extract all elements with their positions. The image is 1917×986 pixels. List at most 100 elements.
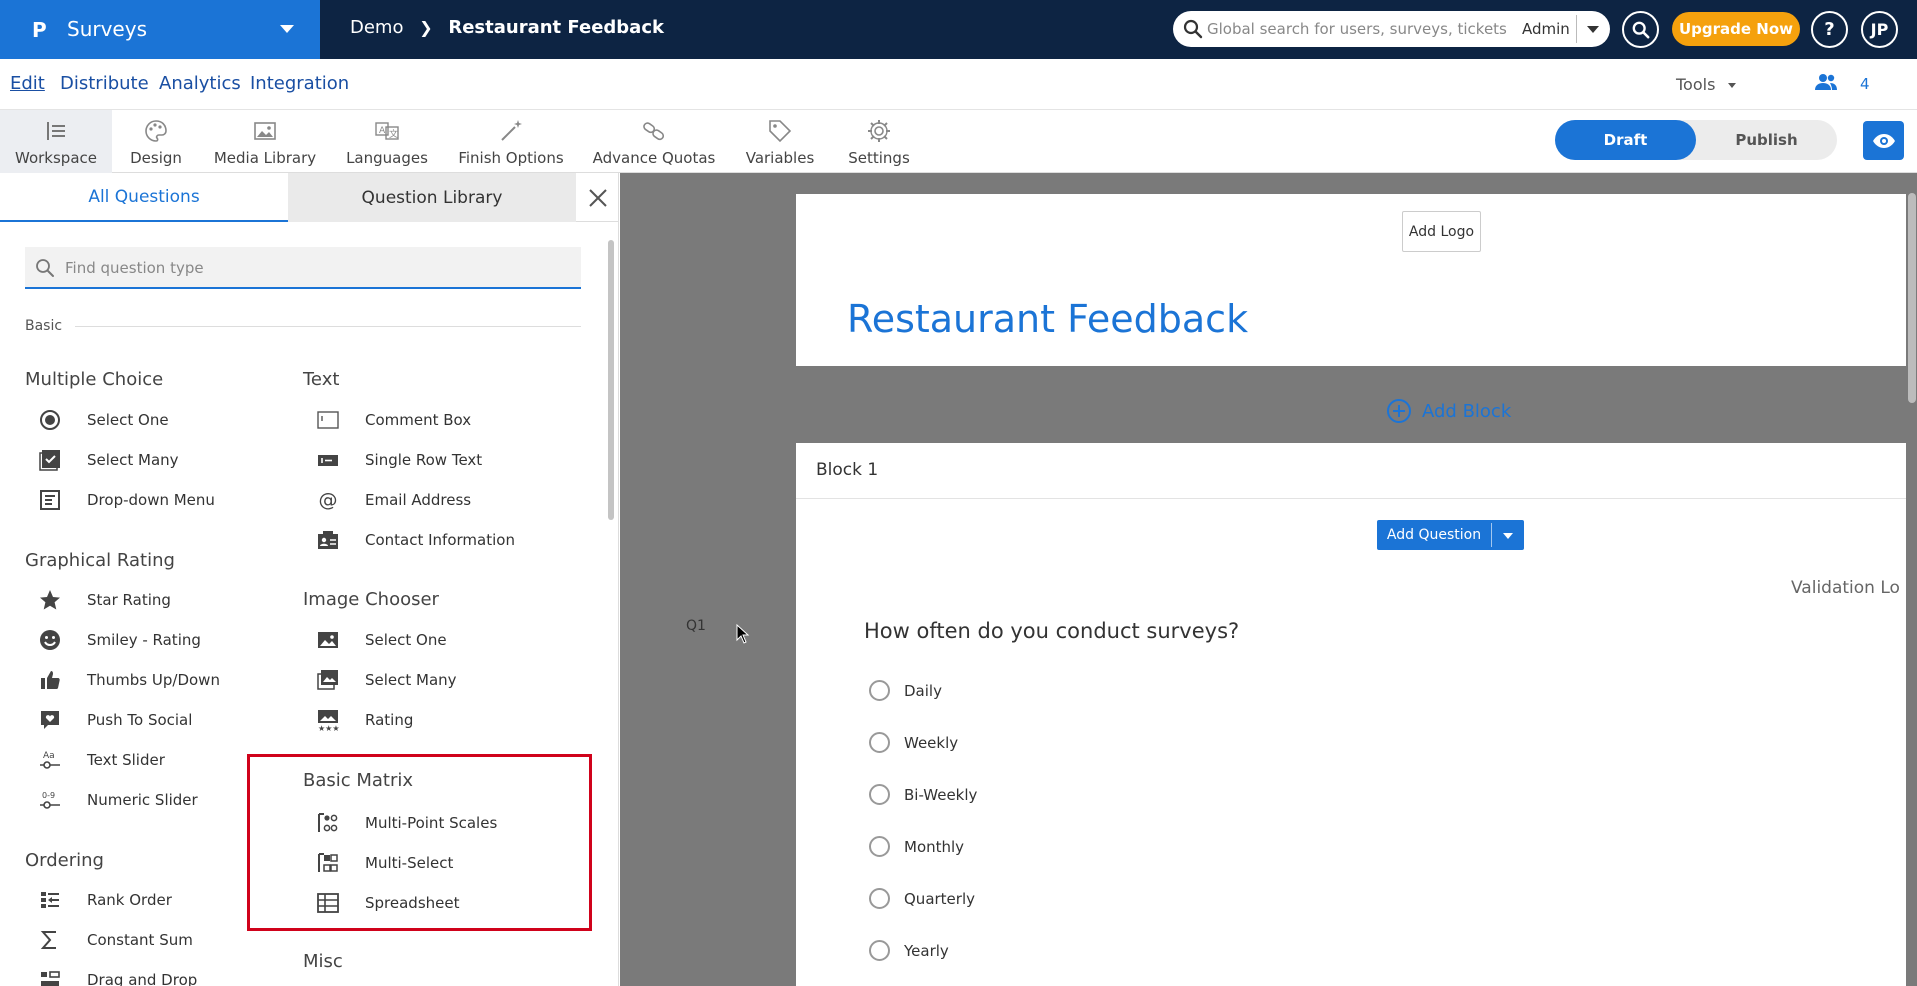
tool-workspace[interactable]: Workspace <box>0 110 112 173</box>
qtype-push-to-social[interactable]: Push To Social <box>38 707 192 733</box>
survey-title[interactable]: Restaurant Feedback <box>847 297 1248 341</box>
qtype-thumbs-up-down[interactable]: Thumbs Up/Down <box>38 667 220 693</box>
radio-icon <box>38 408 62 432</box>
role-selector[interactable]: Admin <box>1522 20 1570 38</box>
qtype-dropdown-menu[interactable]: Drop-down Menu <box>38 487 215 513</box>
qtype-select-many[interactable]: Select Many <box>38 447 179 473</box>
scrollbar-thumb[interactable] <box>608 240 614 520</box>
nav-analytics[interactable]: Analytics <box>159 73 241 94</box>
avatar[interactable]: JP <box>1861 11 1898 48</box>
global-search-input[interactable]: Global search for users, surveys, ticket… <box>1207 20 1507 38</box>
tool-languages[interactable]: A 文 Languages <box>344 110 430 173</box>
category-misc: Misc <box>303 951 343 972</box>
scrollbar-thumb[interactable] <box>1908 193 1916 403</box>
image-icon <box>316 628 340 652</box>
nav-edit[interactable]: Edit <box>10 73 45 94</box>
survey-header-card: Add Logo Restaurant Feedback <box>796 194 1906 366</box>
eye-icon <box>1872 133 1895 148</box>
tool-finish-options[interactable]: Finish Options <box>458 110 564 173</box>
add-logo-button[interactable]: Add Logo <box>1402 211 1481 252</box>
drag-drop-icon <box>38 968 62 986</box>
qtype-constant-sum[interactable]: Constant Sum <box>38 927 193 953</box>
answer-option[interactable]: Monthly <box>869 836 964 857</box>
answer-option[interactable]: Weekly <box>869 732 958 753</box>
canvas-scrollbar[interactable] <box>1907 173 1917 986</box>
question-type-search-input[interactable]: Find question type <box>65 259 204 277</box>
radio-button[interactable] <box>869 836 890 857</box>
nav-integration[interactable]: Integration <box>250 73 349 94</box>
tool-settings[interactable]: Settings <box>844 110 914 173</box>
preview-button[interactable] <box>1863 121 1904 160</box>
answer-option[interactable]: Bi-Weekly <box>869 784 977 805</box>
divider <box>1576 15 1577 43</box>
tool-media-library[interactable]: Media Library <box>212 110 318 173</box>
publish-button[interactable]: Publish <box>1696 120 1837 160</box>
app-switcher[interactable]: P Surveys <box>0 0 320 59</box>
panel-scrollbar[interactable] <box>607 225 615 981</box>
category-text: Text <box>303 369 340 390</box>
chevron-down-icon[interactable] <box>1587 26 1599 33</box>
qtype-text-slider[interactable]: Aa Text Slider <box>38 747 165 773</box>
tool-design[interactable]: Design <box>122 110 190 173</box>
block-header: Block 1 <box>796 443 1906 499</box>
global-search[interactable]: Global search for users, surveys, ticket… <box>1173 11 1610 47</box>
qtype-image-select-many[interactable]: Select Many <box>316 667 457 693</box>
radio-button[interactable] <box>869 940 890 961</box>
qtype-rank-order[interactable]: Rank Order <box>38 887 172 913</box>
chevron-right-icon: ❯ <box>419 18 433 37</box>
answer-option[interactable]: Yearly <box>869 940 949 961</box>
svg-text:0-9: 0-9 <box>42 791 55 800</box>
search-button[interactable] <box>1622 11 1659 48</box>
qtype-image-rating[interactable]: ★★★ Rating <box>316 707 413 733</box>
star-icon <box>38 588 62 612</box>
radio-button[interactable] <box>869 888 890 909</box>
qtype-single-row-text[interactable]: Single Row Text <box>316 447 482 473</box>
close-icon[interactable] <box>585 185 611 211</box>
tool-label: Settings <box>848 149 910 167</box>
tab-all-questions[interactable]: All Questions <box>0 173 288 222</box>
chevron-down-icon[interactable] <box>1728 83 1736 88</box>
qtype-comment-box[interactable]: Comment Box <box>316 407 471 433</box>
qtype-numeric-slider[interactable]: 0-9 Numeric Slider <box>38 787 198 813</box>
tool-variables[interactable]: Variables <box>740 110 820 173</box>
question-text[interactable]: How often do you conduct surveys? <box>864 619 1239 643</box>
radio-button[interactable] <box>869 732 890 753</box>
tab-question-library[interactable]: Question Library <box>288 173 576 222</box>
qtype-star-rating[interactable]: Star Rating <box>38 587 171 613</box>
help-button[interactable]: ? <box>1811 11 1848 48</box>
tools-menu[interactable]: Tools <box>1676 75 1715 94</box>
draft-button[interactable]: Draft <box>1555 120 1696 160</box>
add-question-button[interactable]: Add Question <box>1377 520 1524 550</box>
sigma-icon <box>38 928 62 952</box>
qtype-select-one[interactable]: Select One <box>38 407 169 433</box>
qtype-drag-and-drop[interactable]: Drag and Drop <box>38 967 197 986</box>
qtype-smiley-rating[interactable]: Smiley - Rating <box>38 627 201 653</box>
numeric-slider-icon: 0-9 <box>38 788 62 812</box>
question-tools[interactable]: Validation Lo <box>1791 578 1900 598</box>
heart-message-icon <box>38 708 62 732</box>
qtype-image-select-one[interactable]: Select One <box>316 627 447 653</box>
radio-button[interactable] <box>869 680 890 701</box>
image-icon <box>254 122 276 140</box>
users-icon[interactable] <box>1815 73 1837 91</box>
tool-advance-quotas[interactable]: Advance Quotas <box>593 110 715 173</box>
radio-button[interactable] <box>869 784 890 805</box>
answer-option[interactable]: Quarterly <box>869 888 975 909</box>
qtype-email-address[interactable]: @ Email Address <box>316 487 472 513</box>
question-type-search[interactable]: Find question type <box>25 247 581 289</box>
tool-label: Media Library <box>213 149 317 167</box>
upgrade-button[interactable]: Upgrade Now <box>1672 12 1800 46</box>
qtype-contact-information[interactable]: Contact Information <box>316 527 515 553</box>
add-question-label: Add Question <box>1386 527 1482 543</box>
block-title[interactable]: Block 1 <box>816 460 878 480</box>
chevron-down-icon[interactable] <box>1503 533 1513 539</box>
answer-option[interactable]: Daily <box>869 680 942 701</box>
search-icon <box>1632 21 1649 38</box>
breadcrumb-parent[interactable]: Demo <box>350 17 403 38</box>
add-block-button[interactable]: Add Block <box>1386 398 1511 424</box>
question-type-panel: All Questions Question Library Find ques… <box>0 173 619 986</box>
tool-label: Finish Options <box>458 149 564 167</box>
nav-distribute[interactable]: Distribute <box>60 73 149 94</box>
breadcrumb: Demo ❯ Restaurant Feedback <box>350 17 664 38</box>
images-icon <box>316 668 340 692</box>
